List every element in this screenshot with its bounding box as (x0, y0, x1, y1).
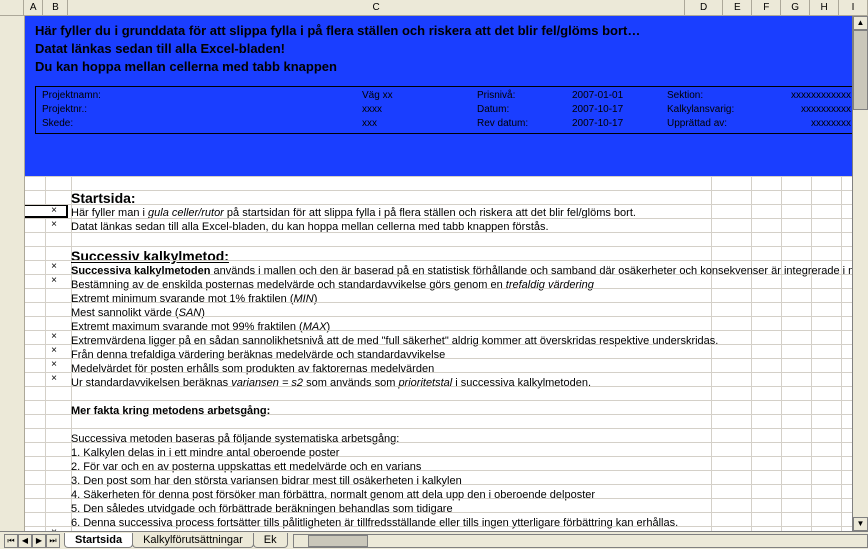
info-row: Skede: xxx Rev datum: 2007-10-17 Upprätt… (42, 117, 851, 131)
sheet-tab-ek[interactable]: Ek (253, 533, 288, 548)
text-line: Här fyller man i gula celler/rutor på st… (71, 206, 868, 220)
info-label: Projektnamn: (42, 89, 362, 103)
banner-panel: Här fyller du i grunddata för att slippa… (25, 16, 868, 176)
tab-nav-group: ⏮ ◀ ▶ ⏭ (0, 534, 64, 548)
bullet-x: × (40, 330, 68, 344)
text-line: 2. För var och en av posterna uppskattas… (71, 460, 868, 474)
info-box: Projektnamn: Väg xx Prisnivå: 2007-01-01… (35, 86, 858, 134)
text-line: Från denna trefaldiga värdering beräknas… (71, 348, 868, 362)
scroll-up-button[interactable]: ▲ (853, 16, 868, 30)
col-header[interactable]: I (839, 0, 868, 15)
info-value: xxxxxxxx (772, 117, 851, 131)
text-line: 3. Den post som har den största varianse… (71, 474, 868, 488)
text-line: Extremt minimum svarande mot 1% fraktile… (71, 292, 868, 306)
text-line: Medelvärdet för posten erhålls som produ… (71, 362, 868, 376)
sheet-tab-kalkyl[interactable]: Kalkylförutsättningar (132, 533, 254, 548)
bullet-x: × (40, 204, 68, 218)
info-label: Skede: (42, 117, 362, 131)
info-label: Prisnivå: (477, 89, 572, 103)
text-line: 4. Säkerheten för denna post försöker ma… (71, 488, 868, 502)
text-line: Extremt maximum svarande mot 99% fraktil… (71, 320, 868, 334)
info-label: Kalkylansvarig: (667, 103, 772, 117)
vscroll-thumb[interactable] (853, 30, 868, 110)
col-header[interactable]: H (810, 0, 839, 15)
text-line: Extremvärdena ligger på en sådan sannoli… (71, 334, 868, 348)
info-label: Rev datum: (477, 117, 572, 131)
text-line: Successiva kalkylmetoden används i malle… (71, 264, 868, 278)
info-value: xxx (362, 117, 477, 131)
tab-nav-last[interactable]: ⏭ (46, 534, 60, 548)
section-heading-metod: Successiv kalkylmetod: (71, 248, 868, 264)
col-header[interactable]: B (43, 0, 68, 15)
text-line: Mest sannolikt värde (SAN) (71, 306, 868, 320)
info-label: Projektnr.: (42, 103, 362, 117)
bullet-x: × (40, 260, 68, 274)
horizontal-scrollbar[interactable] (293, 534, 868, 548)
sheet-tab-bar: ⏮ ◀ ▶ ⏭ Startsida Kalkylförutsättningar … (0, 531, 868, 549)
sheet-tab-startsida[interactable]: Startsida (64, 533, 133, 548)
scroll-down-button[interactable]: ▼ (853, 517, 868, 531)
info-value: 2007-10-17 (572, 103, 667, 117)
select-all-corner[interactable] (0, 0, 24, 15)
info-label: Datum: (477, 103, 572, 117)
banner-line: Du kan hoppa mellan cellerna med tabb kn… (35, 58, 858, 76)
col-header[interactable]: A (24, 0, 43, 15)
info-value: 2007-01-01 (572, 89, 667, 103)
vertical-scrollbar[interactable]: ▲ ▼ (852, 16, 868, 531)
text-line: Ur standardavvikelsen beräknas variansen… (71, 376, 868, 390)
bullet-x: × (40, 218, 68, 232)
col-header[interactable]: D (685, 0, 724, 15)
info-value: xxxxxxxxxx (772, 103, 851, 117)
banner-line: Datat länkas sedan till alla Excel-blade… (35, 40, 858, 58)
text-line: 1. Kalkylen delas in i ett mindre antal … (71, 446, 868, 460)
text-line: 5. Den således utvidgade och förbättrade… (71, 502, 868, 516)
hscroll-thumb[interactable] (308, 535, 368, 547)
bullet-x: × (40, 274, 68, 288)
content-area: Startsida: Här fyller man i gula celler/… (25, 176, 868, 531)
banner-line: Här fyller du i grunddata för att slippa… (35, 22, 858, 40)
info-value: xxxxxxxxxxxx (772, 89, 851, 103)
bullet-x: × (40, 372, 68, 386)
row-header-column (0, 16, 25, 531)
info-row: Projektnamn: Väg xx Prisnivå: 2007-01-01… (42, 89, 851, 103)
info-label: Upprättad av: (667, 117, 772, 131)
info-label: Sektion: (667, 89, 772, 103)
spreadsheet-grid[interactable]: Här fyller du i grunddata för att slippa… (25, 16, 868, 531)
info-value: Väg xx (362, 89, 477, 103)
tab-nav-prev[interactable]: ◀ (18, 534, 32, 548)
col-header[interactable]: F (752, 0, 781, 15)
info-row: Projektnr.: xxxx Datum: 2007-10-17 Kalky… (42, 103, 851, 117)
column-header-row: A B C D E F G H I (0, 0, 868, 16)
bullet-x: × (40, 358, 68, 372)
bullet-x: × (40, 344, 68, 358)
text-line: 6. Denna successiva process fortsätter t… (71, 516, 868, 530)
section-heading-fakta: Mer fakta kring metodens arbetsgång: (71, 404, 868, 418)
info-value: xxxx (362, 103, 477, 117)
info-value: 2007-10-17 (572, 117, 667, 131)
tab-nav-first[interactable]: ⏮ (4, 534, 18, 548)
vscroll-track[interactable] (853, 30, 868, 517)
tab-nav-next[interactable]: ▶ (32, 534, 46, 548)
col-header[interactable]: G (781, 0, 810, 15)
col-header[interactable]: E (723, 0, 752, 15)
text-line: Datat länkas sedan till alla Excel-blade… (71, 220, 868, 234)
col-header[interactable]: C (68, 0, 684, 15)
text-line: Successiva metoden baseras på följande s… (71, 432, 868, 446)
section-heading-startsida: Startsida: (71, 190, 868, 206)
text-line: Bestämning av de enskilda posternas mede… (71, 278, 868, 292)
